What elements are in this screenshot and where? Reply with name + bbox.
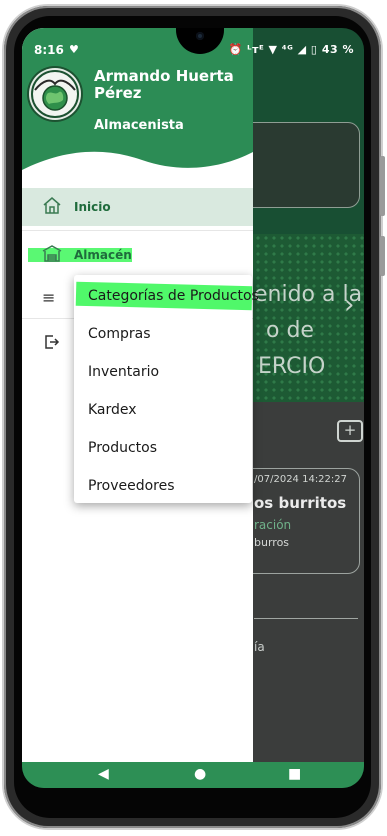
menu-item-categorias[interactable]: Categorías de Productos <box>88 288 259 304</box>
drawer-item-almacen[interactable]: Almacén <box>22 236 253 274</box>
banner-line-3: ERCIO <box>258 354 326 379</box>
chevron-right-icon[interactable]: › <box>344 290 354 320</box>
menu-item-productos[interactable]: Productos <box>88 440 157 456</box>
card-subtitle: ración <box>254 518 292 532</box>
screen: 8:16 ♥ ⏰ ᴸᴛᴱ ▼ ⁴ᴳ ◢ ▯ 43 % enido a la o … <box>22 28 364 788</box>
avatar <box>29 68 81 120</box>
camera-icon <box>196 32 204 40</box>
user-role: Almacenista <box>94 118 184 133</box>
system-navigation-bar: ◀ ● ■ <box>22 762 364 788</box>
home-button-icon[interactable]: ● <box>194 766 206 782</box>
battery-percent: 43 % <box>321 43 354 56</box>
menu-item-proveedores[interactable]: Proveedores <box>88 478 175 494</box>
user-name: Armando Huerta Pérez <box>94 67 234 102</box>
home-icon <box>42 196 62 217</box>
recents-icon[interactable]: ■ <box>288 766 301 782</box>
header-wave <box>22 151 253 188</box>
logout-icon[interactable] <box>44 334 60 354</box>
drawer-item-label: Almacén <box>74 248 132 262</box>
status-icons: ⏰ ᴸᴛᴱ ▼ ⁴ᴳ ◢ ▯ <box>228 43 318 56</box>
almacen-submenu: Categorías de Productos Compras Inventar… <box>74 275 259 503</box>
banner-line-2: o de <box>266 318 314 343</box>
warehouse-icon <box>42 244 62 265</box>
background-text: ía <box>254 640 265 654</box>
background-divider <box>254 618 358 619</box>
drawer-item-inicio[interactable]: Inicio <box>22 188 253 226</box>
menu-item-compras[interactable]: Compras <box>88 326 151 342</box>
card-date: /07/2024 14:22:27 <box>254 474 348 485</box>
status-time: 8:16 <box>34 43 64 57</box>
power-button <box>380 236 385 276</box>
menu-item-inventario[interactable]: Inventario <box>88 364 159 380</box>
back-icon[interactable]: ◀ <box>98 766 109 782</box>
drawer-item-label: Inicio <box>74 200 111 214</box>
divider <box>22 230 253 231</box>
menu-icon[interactable]: ≡ <box>42 288 55 307</box>
menu-item-kardex[interactable]: Kardex <box>88 402 137 418</box>
add-comment-icon[interactable]: + <box>337 420 363 442</box>
card-detail: burros <box>254 536 290 549</box>
heart-icon: ♥ <box>69 43 79 56</box>
card-title: os burritos <box>254 494 347 512</box>
globe-logo-icon <box>31 70 79 118</box>
status-indicators: ⏰ ᴸᴛᴱ ▼ ⁴ᴳ ◢ ▯ 43 % <box>229 43 354 56</box>
volume-button <box>380 156 385 216</box>
